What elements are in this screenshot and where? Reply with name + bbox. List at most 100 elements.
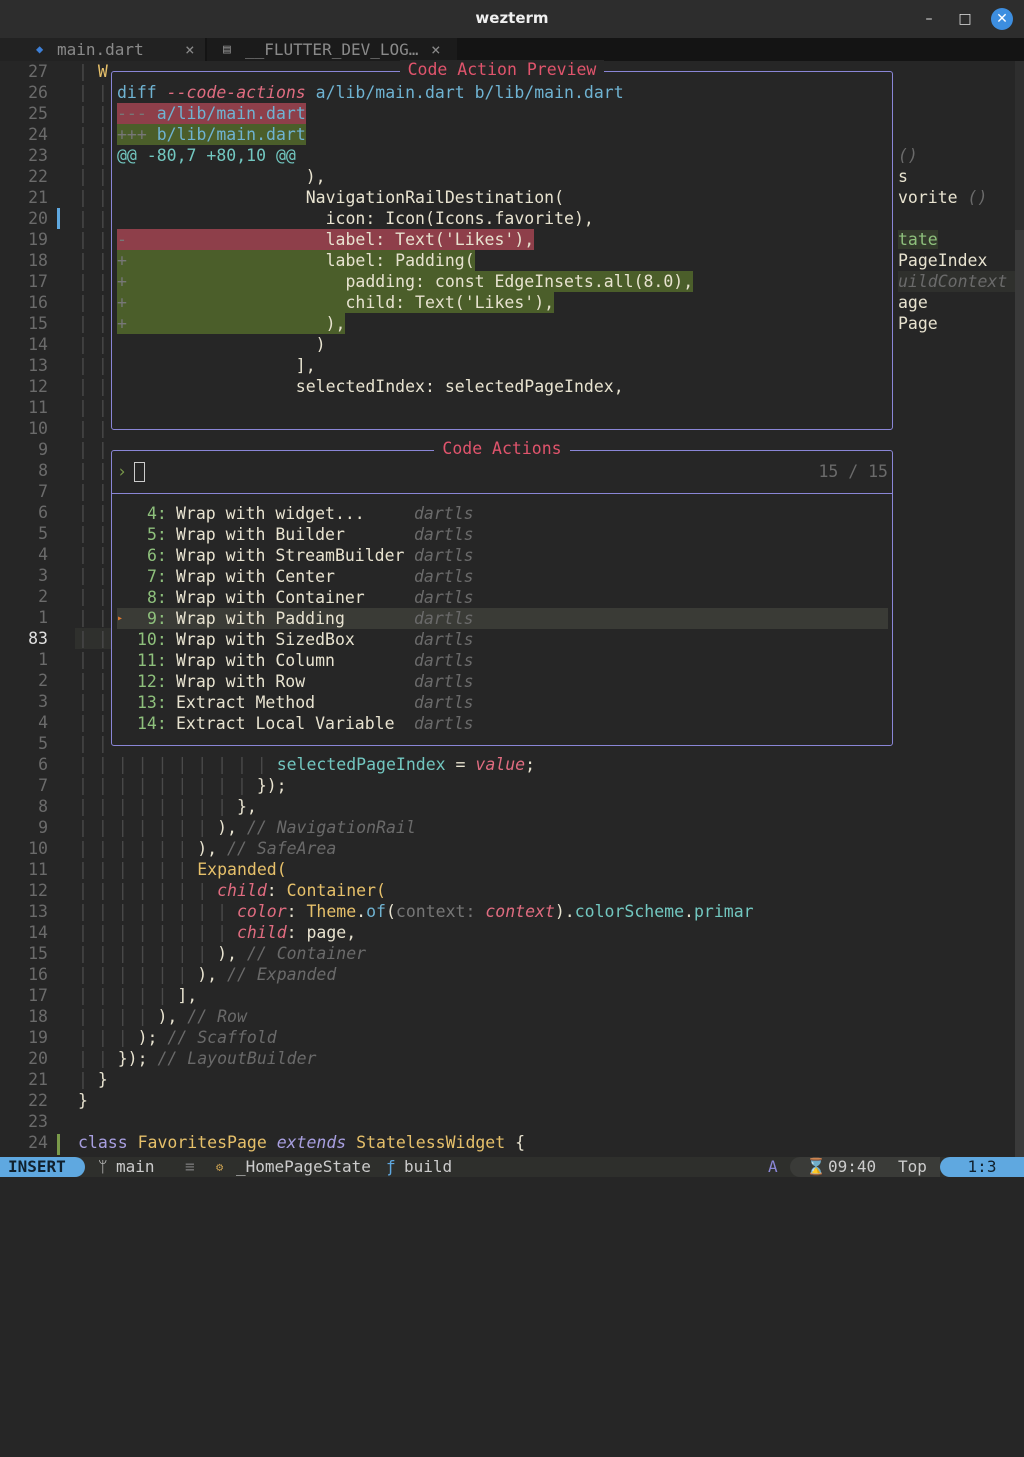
indent-guide: | |	[78, 587, 108, 606]
dart-file-icon: ◆	[36, 42, 44, 56]
diff-line-ctx: NavigationRailDestination(	[117, 187, 564, 208]
action-label: Wrap with StreamBuilder	[176, 546, 405, 565]
code-text: | | | | | ],	[78, 985, 197, 1006]
code-token: ),	[197, 839, 228, 858]
code-text: | | | | | | | | | | selectedPageIndex = …	[78, 754, 535, 775]
code-token: | | |	[78, 1028, 138, 1047]
code-action-item[interactable]: 6: Wrap with StreamBuilder dartls	[117, 545, 888, 566]
code-action-item[interactable]: 7: Wrap with Center dartls	[117, 566, 888, 587]
code-token: child: Text('Likes'),	[126, 293, 555, 312]
code-action-item[interactable]: 4: Wrap with widget... dartls	[117, 503, 888, 524]
indent-guide: | |	[78, 671, 108, 690]
code-fragment: s	[898, 166, 908, 187]
code-token: });	[117, 1049, 158, 1068]
code-token: | | | | | | |	[78, 818, 218, 837]
line-number: 13	[28, 902, 48, 921]
editor-line: 12 | | | | | | | child: Container(	[0, 880, 1015, 901]
editor-line: 7 | | | | | | | | | });	[0, 775, 1015, 796]
indent-guide: | |	[78, 461, 108, 480]
code-action-item[interactable]: ▸ 9: Wrap with Padding dartls	[117, 608, 888, 629]
line-number: 7	[38, 776, 48, 795]
action-label: Wrap with Row	[176, 672, 306, 691]
line-number: 15	[28, 314, 48, 333]
code-token: uildContext	[898, 272, 1008, 291]
code-action-item[interactable]: 14: Extract Local Variable dartls	[117, 713, 888, 734]
close-tab-icon[interactable]: ×	[431, 38, 441, 61]
line-number: 6	[38, 503, 48, 522]
line-number: 3	[38, 692, 48, 711]
action-source: dartls	[414, 504, 474, 523]
code-action-item[interactable]: 13: Extract Method dartls	[117, 692, 888, 713]
code-action-item[interactable]: 8: Wrap with Container dartls	[117, 587, 888, 608]
code-token: | | | | | | |	[78, 881, 218, 900]
action-source: dartls	[414, 588, 474, 607]
code-token: // NavigationRail	[246, 818, 416, 837]
minimize-button[interactable]: –	[918, 8, 940, 30]
diff-line-ctx: )	[117, 334, 326, 355]
scroll-position: Top	[898, 1157, 927, 1176]
line-number: 10	[28, 839, 48, 858]
code-text: | | | | | | ), // SafeArea	[78, 838, 336, 859]
breadcrumb-function[interactable]: build	[404, 1157, 452, 1177]
action-number: 6:	[147, 546, 167, 565]
diff-line-ctx: ),	[117, 166, 326, 187]
code-token: | | | | | | | |	[78, 923, 237, 942]
code-token: child	[236, 923, 287, 942]
code-token: --code-actions	[166, 83, 306, 102]
code-token: :	[266, 881, 287, 900]
action-label: Wrap with Column	[176, 651, 335, 670]
diff-line-ctx: ],	[117, 355, 316, 376]
tab-main-dart[interactable]: ◆ main.dart ×	[0, 38, 205, 61]
code-text: | W	[78, 61, 108, 82]
code-token: child	[217, 881, 267, 900]
code-fragment: PageIndex	[898, 250, 987, 271]
code-text: | | | | | | | | | });	[78, 775, 287, 796]
code-text: | |	[78, 208, 108, 229]
code-token: context:	[395, 902, 486, 921]
line-number: 20	[28, 209, 48, 228]
action-label: Wrap with Center	[176, 567, 335, 586]
code-token: ).	[554, 902, 575, 921]
line-number: 16	[28, 293, 48, 312]
branch-name[interactable]: main	[116, 1157, 155, 1177]
code-action-item[interactable]: 5: Wrap with Builder dartls	[117, 524, 888, 545]
code-fragment: uildContext	[898, 271, 1015, 292]
indent-guide: | |	[78, 566, 108, 585]
search-input[interactable]	[134, 462, 145, 482]
line-number: 17	[28, 272, 48, 291]
code-token: primar	[693, 902, 754, 921]
action-number: 9:	[147, 609, 167, 628]
editor-line: 22}	[0, 1090, 1015, 1111]
code-token: )	[117, 335, 326, 354]
code-text: | |	[78, 145, 108, 166]
code-text: | |	[78, 649, 108, 670]
close-tab-icon[interactable]: ×	[185, 38, 195, 61]
close-button[interactable]: ✕	[991, 8, 1013, 30]
code-text: | |	[78, 712, 108, 733]
code-token: ),	[217, 944, 247, 963]
code-text: | |	[78, 418, 108, 439]
action-source: dartls	[414, 672, 474, 691]
line-number: 8	[38, 797, 48, 816]
code-token: : page,	[286, 923, 357, 942]
line-number: 13	[28, 356, 48, 375]
indent-guide: | |	[78, 230, 108, 249]
code-text: | |	[78, 376, 108, 397]
code-action-item[interactable]: 12: Wrap with Row dartls	[117, 671, 888, 692]
code-token: }	[78, 1091, 88, 1110]
scrollbar-thumb[interactable]	[1015, 230, 1024, 1157]
code-text: | | | | ), // Row	[78, 1006, 247, 1027]
code-text: | |	[78, 166, 108, 187]
maximize-button[interactable]: □	[954, 8, 976, 30]
code-text: | |	[78, 460, 108, 481]
code-text: | |	[78, 691, 108, 712]
breadcrumb-class[interactable]: _HomePageState	[236, 1157, 371, 1177]
line-number: 15	[28, 944, 48, 963]
code-action-item[interactable]: 11: Wrap with Column dartls	[117, 650, 888, 671]
code-token: | | | | | |	[78, 839, 198, 858]
code-text: | |	[78, 607, 108, 628]
indent-guide: | |	[78, 104, 108, 123]
tab-flutter-dev-log[interactable]: ▤ __FLUTTER_DEV_LOG… ×	[207, 38, 457, 61]
code-action-item[interactable]: 10: Wrap with SizedBox dartls	[117, 629, 888, 650]
diff-line-ctx: icon: Icon(Icons.favorite),	[117, 208, 594, 229]
